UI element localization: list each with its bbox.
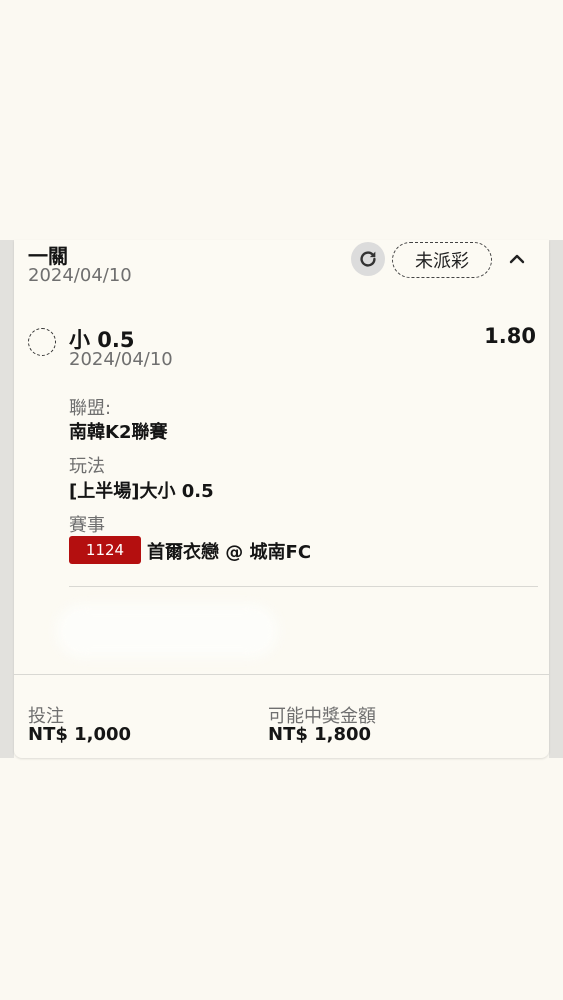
section-divider (69, 586, 538, 587)
blurred-area (56, 604, 278, 658)
status-badge: 未派彩 (392, 242, 492, 278)
league-value: 南韓K2聯賽 (69, 422, 168, 443)
selection-radio[interactable] (28, 328, 56, 356)
payout-value: NT$ 1,800 (268, 724, 372, 745)
footer-divider (14, 674, 549, 675)
event-code-badge: 1124 (69, 536, 141, 564)
event-name: 首爾衣戀 @ 城南FC (147, 542, 312, 563)
stake-value: NT$ 1,000 (28, 724, 132, 745)
left-edge-strip (0, 240, 14, 758)
chevron-up-icon (509, 254, 525, 264)
refresh-button[interactable] (351, 242, 385, 276)
page: 一關 2024/04/10 未派彩 小 0.5 2024/04/10 1.80 … (0, 0, 563, 1000)
league-label: 聯盟: (69, 398, 112, 419)
right-edge-strip (549, 240, 563, 758)
collapse-button[interactable] (506, 248, 528, 270)
bet-card: 一關 2024/04/10 未派彩 小 0.5 2024/04/10 1.80 … (14, 240, 549, 758)
market-label: 玩法 (69, 456, 105, 477)
odds-value: 1.80 (484, 324, 536, 348)
bet-date: 2024/04/10 (28, 265, 132, 286)
market-value: [上半場]大小 0.5 (69, 481, 214, 502)
event-label: 賽事 (69, 515, 105, 536)
refresh-icon (360, 251, 376, 267)
selection-date: 2024/04/10 (69, 349, 173, 370)
